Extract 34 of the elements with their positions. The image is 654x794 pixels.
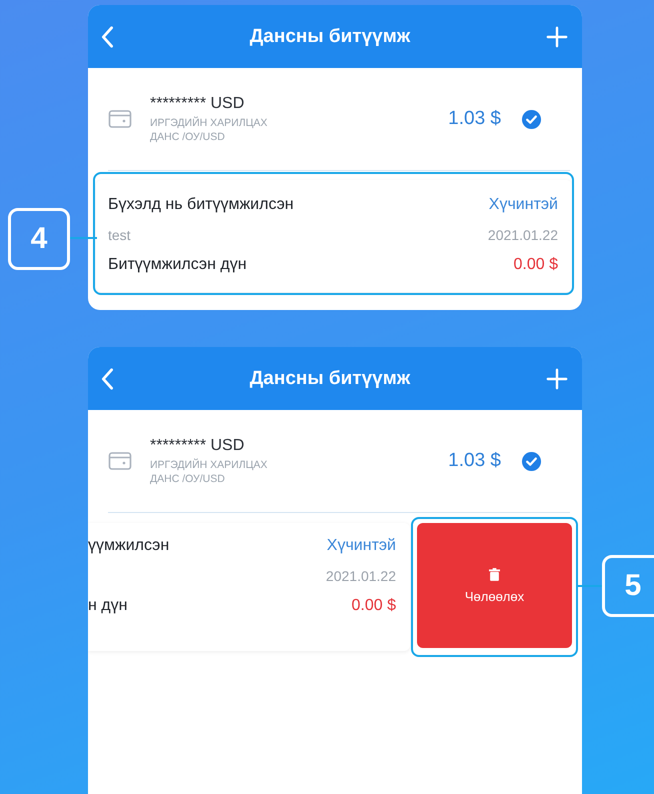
freeze-note: test xyxy=(108,227,131,243)
freeze-type: Бүхэлд нь битүүмжилсэн xyxy=(108,196,294,214)
wallet-icon xyxy=(108,451,132,471)
add-icon[interactable] xyxy=(546,26,568,48)
back-icon[interactable] xyxy=(100,26,114,48)
screen-title: Дансны битүүмж xyxy=(248,368,412,390)
freeze-type: үүмжилсэн xyxy=(88,537,170,555)
step-badge: 4 xyxy=(8,208,70,270)
step-badge: 5 xyxy=(602,555,654,617)
frozen-amount: 0.00 $ xyxy=(352,597,396,615)
freeze-date: 2021.01.22 xyxy=(488,227,558,243)
release-button[interactable]: Чөлөөлөх xyxy=(417,523,572,648)
account-type: ИРГЭДИЙН ХАРИЛЦАХ ДАНС /ОУ/USD xyxy=(150,458,268,486)
screen-title: Дансны битүүмж xyxy=(248,26,412,48)
account-number: ********* USD xyxy=(150,94,246,112)
leader-line xyxy=(70,237,97,239)
back-icon[interactable] xyxy=(100,368,114,390)
freeze-status: Хүчинтэй xyxy=(488,196,558,214)
account-number: ********* USD xyxy=(150,436,246,454)
check-icon[interactable] xyxy=(521,450,542,472)
freeze-card[interactable]: үүмжилсэн Хүчинтэй 2021.01.22 н дүн 0.00 $ xyxy=(88,523,410,651)
trash-icon xyxy=(489,568,500,580)
wallet-icon xyxy=(108,109,132,129)
amount-label: н дүн xyxy=(88,597,128,615)
freeze-date: 2021.01.22 xyxy=(326,568,396,584)
add-icon[interactable] xyxy=(546,368,568,390)
account-balance: 1.03 $ xyxy=(448,450,501,472)
account-balance: 1.03 $ xyxy=(448,108,501,130)
check-icon[interactable] xyxy=(521,108,542,130)
account-type: ИРГЭДИЙН ХАРИЛЦАХ ДАНС /ОУ/USD xyxy=(150,116,268,144)
frozen-amount: 0.00 $ xyxy=(514,256,558,274)
freeze-status: Хүчинтэй xyxy=(326,537,396,555)
amount-label: Битүүмжилсэн дүн xyxy=(108,256,247,274)
freeze-card[interactable]: Бүхэлд нь битүүмжилсэн Хүчинтэй test 2021.01.22 Битүүмжилсэн дүн 0.00 $ xyxy=(96,180,572,292)
